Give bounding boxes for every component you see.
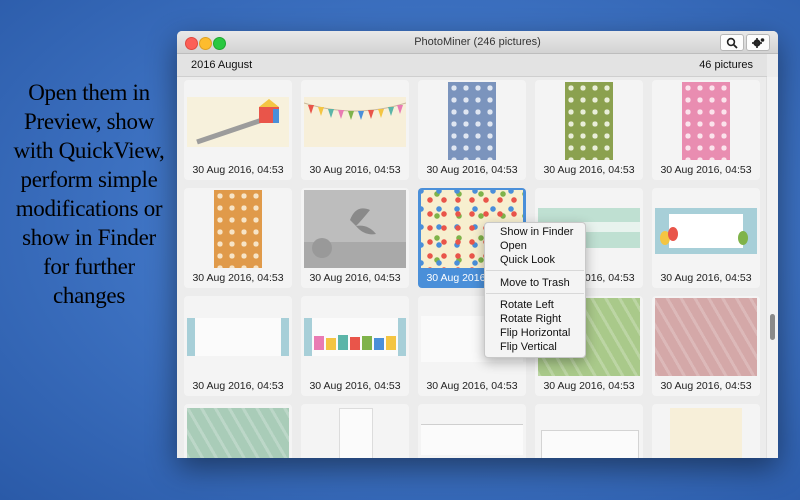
gear-icon (751, 37, 764, 48)
photo-thumbnail (448, 82, 496, 160)
photo-caption: 30 Aug 2016, 04:53 (192, 272, 284, 284)
promo-line: modifications or (15, 196, 163, 221)
photo-thumbnail (187, 318, 289, 356)
photo-caption: 30 Aug 2016, 04:53 (660, 272, 752, 284)
search-button[interactable] (720, 34, 744, 51)
photo-image (304, 208, 406, 268)
section-date: 2016 August (191, 59, 253, 71)
section-header: 2016 August 46 pictures (177, 54, 767, 77)
photo-image (195, 318, 281, 356)
photo-cell[interactable] (535, 404, 643, 458)
photo-cell[interactable]: 30 Aug 2016, 04:53 (184, 188, 292, 288)
photo-caption: 30 Aug 2016, 04:53 (192, 164, 284, 176)
menu-item-rotate-left[interactable]: Rotate Left (500, 299, 554, 311)
promo-line: for further (43, 254, 135, 279)
photo-grid: 30 Aug 2016, 04:53 30 Aug 2016, 04:53 30… (177, 77, 767, 458)
photo-caption: 30 Aug 2016, 04:53 (309, 380, 401, 392)
scrollbar-thumb[interactable] (770, 314, 775, 340)
photo-cell[interactable]: 30 Aug 2016, 04:53 (184, 296, 292, 396)
photo-thumbnail (304, 318, 406, 356)
photo-caption: 30 Aug 2016, 04:53 (309, 164, 401, 176)
menu-item-flip-vertical[interactable]: Flip Vertical (500, 341, 557, 353)
menu-item-quick-look[interactable]: Quick Look (500, 254, 555, 266)
photo-thumbnail (670, 408, 742, 458)
photo-thumbnail (304, 97, 406, 147)
promo-line: Preview, show (23, 109, 155, 134)
photo-thumbnail (655, 208, 757, 254)
photo-thumbnail (565, 82, 613, 160)
menu-item-move-to-trash[interactable]: Move to Trash (500, 277, 570, 289)
promo-line: Open them in (28, 80, 150, 105)
photo-cell[interactable]: 30 Aug 2016, 04:53 (301, 188, 409, 288)
photo-cell[interactable]: 30 Aug 2016, 04:53 (535, 80, 643, 180)
menu-item-show-in-finder[interactable]: Show in Finder (500, 226, 573, 238)
vertical-scrollbar[interactable] (766, 77, 778, 458)
photo-image (660, 214, 748, 248)
context-menu: Show in Finder Open Quick Look Move to T… (484, 222, 586, 358)
photo-caption: 30 Aug 2016, 04:53 (660, 164, 752, 176)
app-window: PhotoMiner (246 pictures) 2016 August 46… (177, 31, 778, 458)
promo-line: perform simple (20, 167, 158, 192)
menu-separator (486, 270, 584, 271)
section-count: 46 pictures (699, 59, 753, 71)
photo-thumbnail (187, 408, 289, 458)
photo-cell[interactable]: 30 Aug 2016, 04:53 (418, 80, 526, 180)
menu-item-open[interactable]: Open (500, 240, 527, 252)
photo-caption: 30 Aug 2016, 04:53 (660, 380, 752, 392)
photo-cell[interactable]: 30 Aug 2016, 04:53 (652, 296, 760, 396)
promo-line: changes (53, 283, 125, 308)
photo-thumbnail (339, 408, 373, 458)
photo-caption: 30 Aug 2016, 04:53 (543, 164, 635, 176)
promo-line: with QuickView, (13, 138, 165, 163)
photo-caption: 30 Aug 2016, 04:53 (192, 380, 284, 392)
title-bar[interactable]: PhotoMiner (246 pictures) (177, 31, 778, 54)
magnifier-icon (726, 37, 738, 49)
photo-thumbnail (421, 424, 523, 455)
photo-cell[interactable] (418, 404, 526, 458)
photo-thumbnail (682, 82, 730, 160)
photo-thumbnail (655, 298, 757, 376)
photo-image (304, 102, 406, 120)
photo-cell[interactable] (301, 404, 409, 458)
photo-image (196, 99, 279, 145)
photo-thumbnail (541, 430, 639, 458)
photo-cell[interactable]: 30 Aug 2016, 04:53 (652, 80, 760, 180)
menu-item-flip-horizontal[interactable]: Flip Horizontal (500, 327, 570, 339)
photo-thumbnail (214, 190, 262, 268)
menu-item-rotate-right[interactable]: Rotate Right (500, 313, 561, 325)
photo-caption: 30 Aug 2016, 04:53 (426, 380, 518, 392)
photo-caption: 30 Aug 2016, 04:53 (543, 380, 635, 392)
photo-caption: 30 Aug 2016, 04:53 (309, 272, 401, 284)
photo-image (312, 318, 398, 356)
photo-cell[interactable]: 30 Aug 2016, 04:53 (301, 296, 409, 396)
photo-cell[interactable] (652, 404, 760, 458)
photo-cell[interactable] (184, 404, 292, 458)
promo-text: Open them in Preview, show with QuickVie… (0, 78, 178, 310)
photo-caption: 30 Aug 2016, 04:53 (426, 164, 518, 176)
promo-line: show in Finder (22, 225, 156, 250)
photo-cell[interactable]: 30 Aug 2016, 04:53 (301, 80, 409, 180)
photo-cell[interactable]: 30 Aug 2016, 04:53 (184, 80, 292, 180)
settings-button[interactable] (746, 34, 770, 51)
window-title: PhotoMiner (246 pictures) (414, 36, 541, 48)
menu-separator (486, 293, 584, 294)
photo-cell[interactable]: 30 Aug 2016, 04:53 (652, 188, 760, 288)
photo-thumbnail (304, 190, 406, 268)
photo-thumbnail (187, 97, 289, 147)
